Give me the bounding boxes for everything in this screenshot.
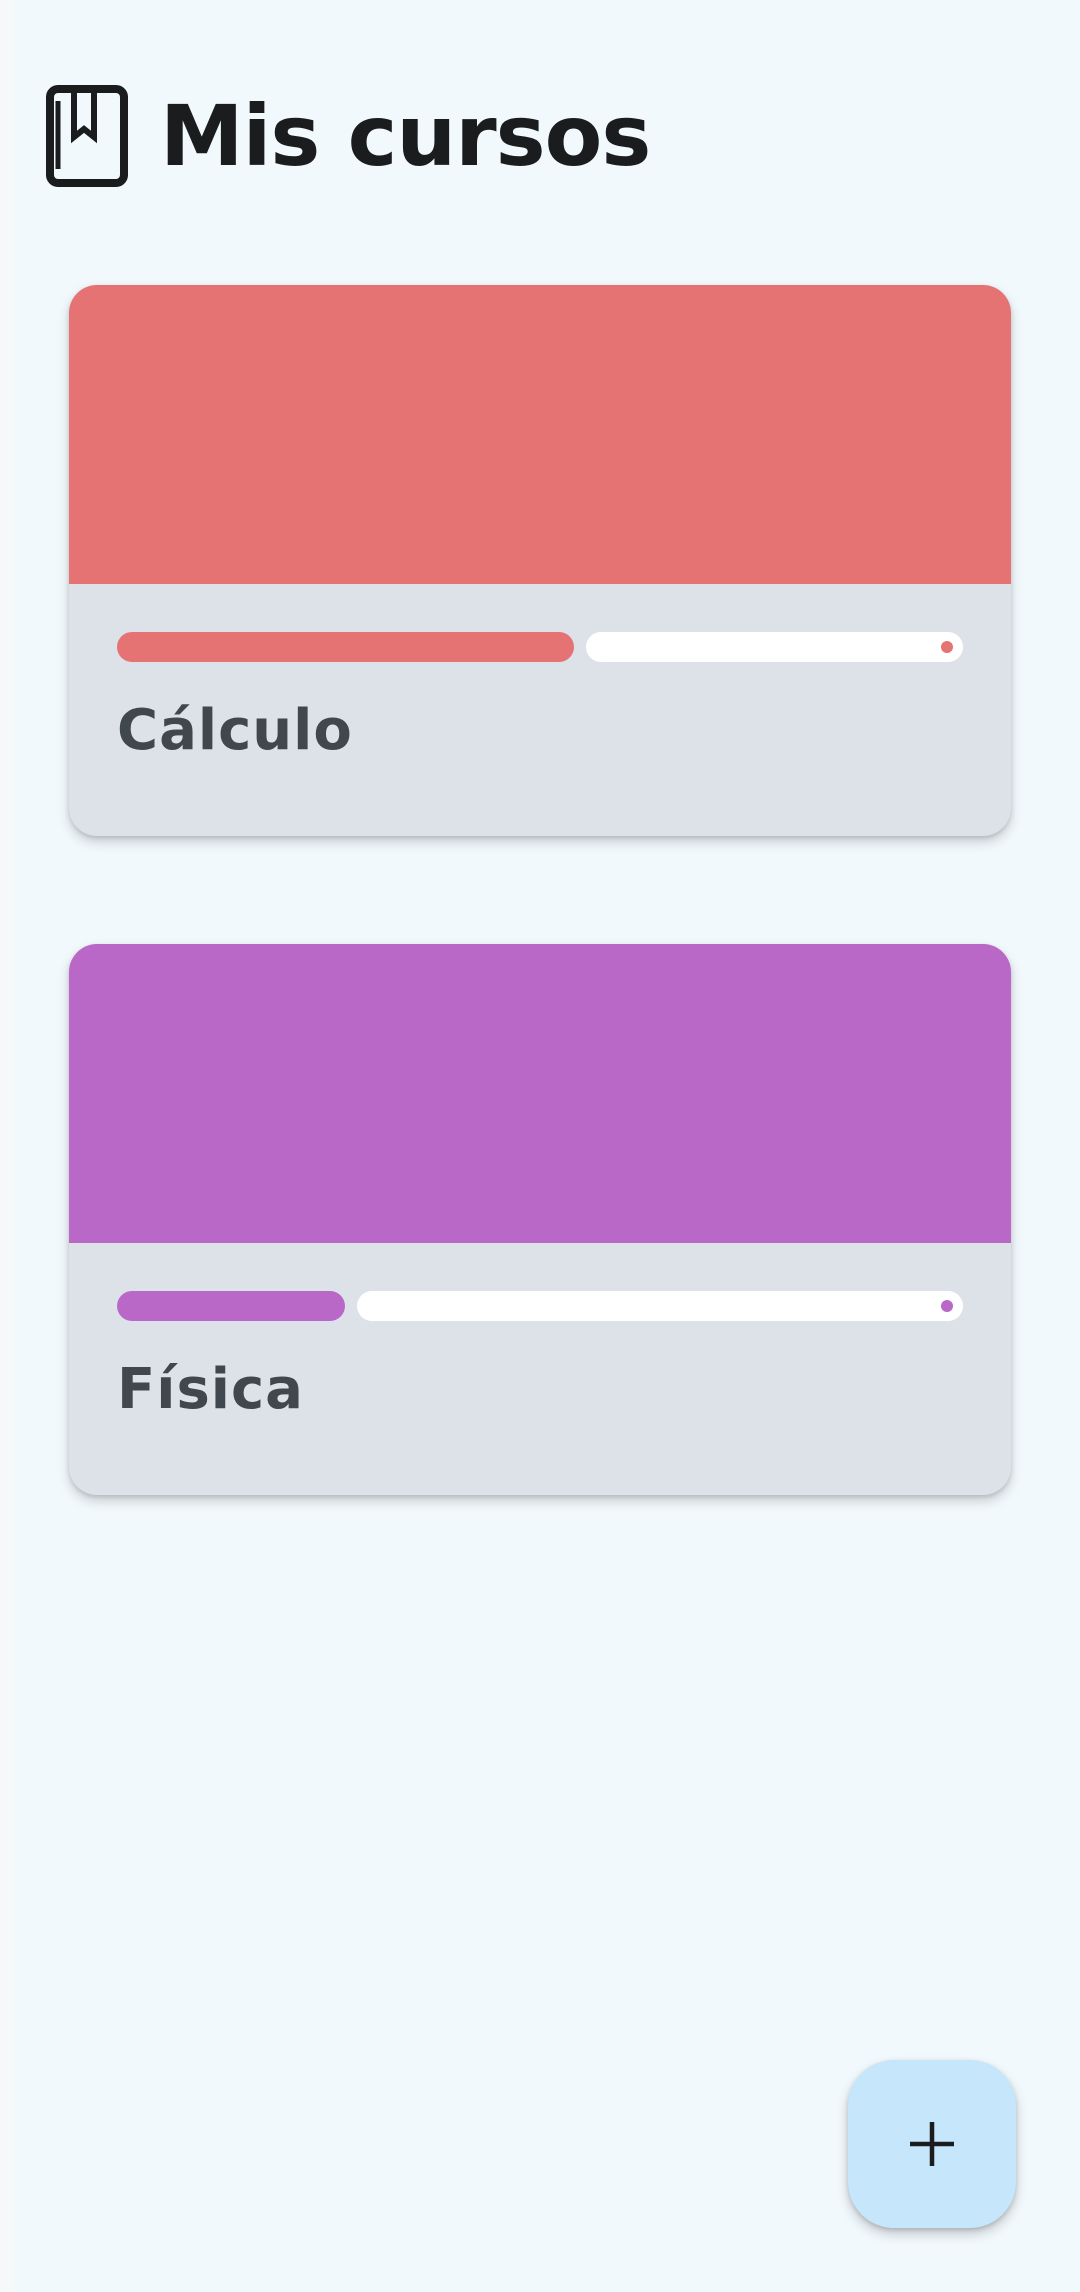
course-banner bbox=[69, 285, 1011, 584]
progress-track bbox=[357, 1291, 963, 1321]
progress-end-dot bbox=[941, 1300, 953, 1312]
progress-fill bbox=[117, 1291, 345, 1321]
progress-track bbox=[586, 632, 963, 662]
progress-end-dot bbox=[941, 641, 953, 653]
course-title: Física bbox=[117, 1357, 304, 1422]
course-progress-bar bbox=[117, 632, 963, 662]
add-course-button[interactable] bbox=[848, 2060, 1016, 2228]
course-banner bbox=[69, 944, 1011, 1243]
course-card-fisica[interactable]: Física bbox=[69, 944, 1011, 1495]
course-card-calculo[interactable]: Cálculo bbox=[69, 285, 1011, 836]
plus-icon bbox=[910, 2122, 954, 2166]
page-title: Mis cursos bbox=[160, 87, 651, 185]
page-header: Mis cursos bbox=[46, 84, 651, 188]
progress-fill bbox=[117, 632, 574, 662]
left-edge-strip bbox=[0, 0, 14, 2292]
course-title: Cálculo bbox=[117, 698, 353, 763]
course-progress-bar bbox=[117, 1291, 963, 1321]
bookmark-book-icon bbox=[46, 85, 128, 187]
